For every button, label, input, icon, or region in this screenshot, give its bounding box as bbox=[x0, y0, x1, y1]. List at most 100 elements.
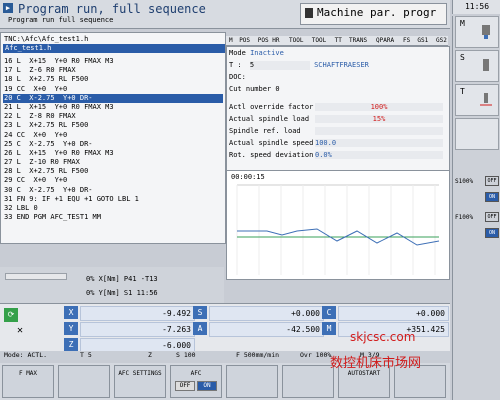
nc-line[interactable]: 33 END PGM AFC_TEST1 MM bbox=[3, 213, 223, 222]
nc-line[interactable]: 25 C X-2.75 Y+0 DR- bbox=[3, 140, 223, 149]
afc-doc-row: DOC: bbox=[229, 73, 246, 82]
nc-line[interactable]: 32 LBL 0 bbox=[3, 204, 223, 213]
tab-qpara[interactable]: QPARA bbox=[375, 36, 395, 45]
axis-x-value: -9.492 bbox=[80, 306, 195, 321]
feed-override-off[interactable]: OFF bbox=[485, 212, 499, 222]
nc-line[interactable]: 17 L Z-6 R0 FMAX bbox=[3, 66, 223, 75]
nc-lines: 16 L X+15 Y+0 R0 FMAX M3 17 L Z-6 R0 FMAX… bbox=[3, 57, 223, 222]
nc-line[interactable]: 29 CC X+0 Y+0 bbox=[3, 176, 223, 185]
cycle-icon: ⟳ bbox=[4, 308, 18, 322]
tab-tool[interactable]: TOOL bbox=[311, 36, 327, 45]
afc-cut-value: 0 bbox=[275, 85, 280, 93]
axis-m-label: M bbox=[322, 322, 336, 335]
program-file[interactable]: Afc_test1.h bbox=[3, 44, 225, 53]
nc-line[interactable]: 27 L Z-10 R0 FMAX bbox=[3, 158, 223, 167]
nc-line[interactable]: 23 L X+2.75 RL F500 bbox=[3, 121, 223, 130]
afc-row-label: Actual spindle load bbox=[229, 115, 310, 123]
softkey-empty-4[interactable] bbox=[226, 365, 278, 398]
feed-override-on[interactable]: ON bbox=[485, 228, 499, 238]
softkey-label: AFC bbox=[190, 370, 202, 377]
feed-mode: Mode: ACTL. bbox=[4, 351, 48, 359]
feed-z: Z bbox=[148, 351, 152, 359]
program-panel: TNC:\Afc\Afc_test1.h Afc_test1.h 16 L X+… bbox=[0, 32, 226, 244]
machine-mode-indicator[interactable]: Machine par. progr bbox=[300, 3, 447, 25]
afc-row-value: 15% bbox=[315, 115, 443, 123]
feed-ovr: Ovr 100% bbox=[300, 351, 332, 359]
axis-x-label: X bbox=[64, 306, 78, 319]
axis-z-label: Z bbox=[64, 338, 78, 351]
tool-change-icon bbox=[480, 93, 492, 106]
afc-cut-row: Cut number 0 bbox=[229, 85, 280, 94]
tab-gs2[interactable]: GS2 bbox=[435, 36, 448, 45]
tab-m[interactable]: M bbox=[228, 36, 234, 45]
cross-icon: ✕ bbox=[17, 325, 24, 336]
tab-tt[interactable]: TT bbox=[334, 36, 343, 45]
softkey-label: F MAX bbox=[18, 370, 38, 377]
axis-a-value: -42.500 bbox=[209, 322, 324, 337]
side-button-s[interactable]: S bbox=[455, 50, 499, 82]
afc-mode-value: Inactive bbox=[250, 49, 284, 57]
tab-gs1[interactable]: GS1 bbox=[416, 36, 429, 45]
chart-time: 00:00:15 bbox=[231, 173, 265, 181]
spindle-override-off[interactable]: OFF bbox=[485, 176, 499, 186]
machine-mode-label: Machine par. progr bbox=[317, 6, 437, 19]
afc-row-label: Actl override factor bbox=[229, 103, 314, 111]
axis-c-value: +0.000 bbox=[338, 306, 449, 321]
nc-line[interactable]: 16 L X+15 Y+0 R0 FMAX M3 bbox=[3, 57, 223, 66]
side-button-empty[interactable] bbox=[455, 118, 499, 150]
side-button-m[interactable]: M bbox=[455, 16, 499, 48]
nc-line[interactable]: 21 L X+15 Y+0 R0 FMAX M3 bbox=[3, 103, 223, 112]
afc-chart: 00:00:15 bbox=[226, 170, 450, 280]
watermark-site: skjcsc.com bbox=[350, 330, 416, 344]
softkey-afc-settings[interactable]: AFC SETTINGS bbox=[114, 365, 166, 398]
nc-line[interactable]: 31 FN 9: IF +1 EQU +1 GOTO LBL 1 bbox=[3, 195, 223, 204]
afc-tool-name: SCHAFTFRAESER bbox=[314, 61, 369, 69]
nc-line[interactable]: 20 C X-2.75 Y+0 DR- bbox=[3, 93, 223, 103]
tab-fs[interactable]: FS bbox=[402, 36, 411, 45]
nc-line[interactable]: 30 C X-2.75 Y+0 DR- bbox=[3, 186, 223, 195]
afc-row-label: Rot. speed deviation bbox=[229, 151, 314, 159]
nc-line[interactable]: 19 CC X+0 Y+0 bbox=[3, 85, 223, 94]
status-area: 0% X[Nm] P41 -T13 0% Y[Nm] S1 11:56 bbox=[0, 267, 224, 303]
afc-row-value: 0.0% bbox=[315, 151, 443, 159]
tab-pos[interactable]: POS bbox=[238, 36, 251, 45]
feed-s: S 100 bbox=[176, 351, 196, 359]
softkey-empty-5[interactable] bbox=[282, 365, 334, 398]
tab-tool[interactable]: TOOL bbox=[288, 36, 304, 45]
feed-t: T 5 bbox=[80, 351, 92, 359]
softkey-f-max[interactable]: F MAX bbox=[2, 365, 54, 398]
tab-pos-hr[interactable]: POS HR bbox=[257, 36, 281, 45]
feed-f: F 500mm/min bbox=[236, 351, 280, 359]
axis-y-value: -7.263 bbox=[80, 322, 195, 337]
program-run-icon: ▶ bbox=[3, 3, 13, 13]
tab-trans[interactable]: TRANS bbox=[348, 36, 368, 45]
afc-toggle-on[interactable]: ON bbox=[197, 381, 217, 391]
softkey-afc[interactable]: AFC OFF ON bbox=[170, 365, 222, 398]
nc-line[interactable]: 22 L Z-8 R0 FMAX bbox=[3, 112, 223, 121]
spindle-override-on[interactable]: ON bbox=[485, 192, 499, 202]
afc-row-label: Actual spindle speed bbox=[229, 139, 314, 147]
afc-toggle-off[interactable]: OFF bbox=[175, 381, 195, 391]
nc-line[interactable]: 24 CC X+0 Y+0 bbox=[3, 131, 223, 140]
program-path: TNC:\Afc\Afc_test1.h bbox=[4, 35, 89, 43]
afc-row-value: 100.0 bbox=[315, 139, 443, 147]
afc-row-label: Spindle ref. load bbox=[229, 127, 301, 135]
axis-s-value: +0.000 bbox=[209, 306, 324, 321]
axis-s-label: S bbox=[193, 306, 207, 319]
override-slider[interactable] bbox=[5, 273, 67, 280]
clock: 11:56 bbox=[452, 0, 500, 14]
afc-cut-label: Cut number bbox=[229, 85, 272, 93]
axis-c-label: C bbox=[322, 306, 336, 319]
nc-line[interactable]: 26 L X+15 Y+0 R0 FMAX M3 bbox=[3, 149, 223, 158]
afc-mode-label: Mode bbox=[229, 49, 246, 57]
afc-row-value bbox=[315, 127, 443, 135]
status-line-2: 0% Y[Nm] S1 11:56 bbox=[86, 289, 158, 297]
softkey-empty-1[interactable] bbox=[58, 365, 110, 398]
page-subtitle: Program run full sequence bbox=[8, 16, 114, 24]
nc-line[interactable]: 18 L X+2.75 RL F500 bbox=[3, 75, 223, 84]
side-button-t[interactable]: T bbox=[455, 84, 499, 116]
afc-t-value: 5 bbox=[249, 61, 310, 70]
nc-line[interactable]: 28 L X+2.75 RL F500 bbox=[3, 167, 223, 176]
header-bar: ▶ Program run, full sequence Program run… bbox=[0, 0, 450, 29]
watermark-cn: 数控机床市场网 bbox=[330, 356, 422, 371]
